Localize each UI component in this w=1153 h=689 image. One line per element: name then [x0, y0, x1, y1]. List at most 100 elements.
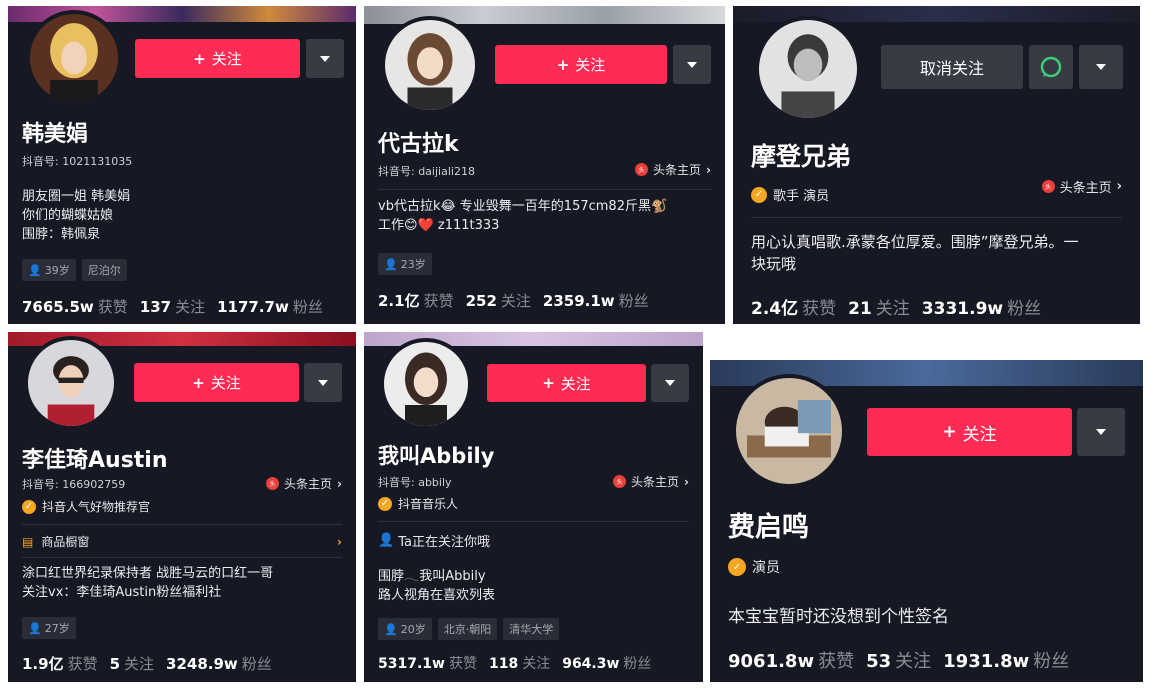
chevron-right-icon: ›: [706, 162, 711, 177]
stats-row: 2.1亿 获赞 252 关注 2359.1w 粉丝: [378, 290, 661, 311]
chevron-down-icon: [320, 55, 330, 62]
more-dropdown-button[interactable]: [651, 364, 689, 402]
bio-line: 路人视角在喜欢列表: [378, 587, 496, 603]
product-showcase-link[interactable]: ▤ 商品橱窗 ›: [22, 533, 342, 550]
profile-name: 代古拉k: [378, 132, 459, 157]
following-stat[interactable]: 21 关注: [848, 294, 910, 319]
profile-name: 李佳琦Austin: [22, 448, 168, 473]
avatar[interactable]: [26, 10, 122, 106]
avatar-photo: [385, 20, 475, 110]
bio-line: 围脖：韩佩泉: [22, 226, 101, 242]
avatar[interactable]: [732, 374, 846, 488]
followers-stat[interactable]: 2359.1w 粉丝: [543, 290, 649, 311]
follow-button[interactable]: + 关注: [487, 364, 646, 402]
toutiao-homepage-link[interactable]: 头头条主页 ›: [1041, 177, 1122, 196]
avatar-photo: [759, 20, 857, 118]
bio-line: 涂口红世界纪录保持者 战胜马云的口红一哥: [22, 566, 274, 581]
more-dropdown-button[interactable]: [673, 45, 711, 84]
more-dropdown-button[interactable]: [306, 39, 344, 78]
chevron-right-icon: ›: [337, 476, 342, 491]
profile-card-modern-brothers: 取消关注 摩登兄弟 ✓ 歌手 演员 头头条主页 › 用心认真唱歌.承蒙各位厚爱。围脖…: [733, 6, 1140, 324]
douyin-id: 抖音号: daijiali218: [378, 165, 475, 178]
bio-line: 关注vx：李佳琦Austin粉丝福利社: [22, 584, 222, 600]
chevron-right-icon: ›: [684, 474, 689, 489]
bio: vb代古拉k😂 专业毁舞一百年的157cm82斤黑🐒 工作😊❤️ z111t33…: [378, 198, 713, 236]
stats-row: 2.4亿 获赞 21 关注 3331.9w 粉丝: [751, 294, 1053, 319]
following-stat[interactable]: 118 关注: [489, 653, 550, 673]
profile-card-daigula: + 关注 代古拉k 抖音号: daijiali218 头头条主页 › vb代古拉k😂…: [364, 6, 725, 324]
following-stat[interactable]: 137 关注: [140, 296, 205, 317]
verified-check-icon: ✓: [378, 496, 392, 511]
follow-button[interactable]: + 关注: [867, 408, 1072, 456]
douyin-id: 抖音号: 166902759: [22, 478, 126, 491]
profile-name: 摩登兄弟: [751, 142, 852, 171]
likes-stat[interactable]: 2.1亿 获赞: [378, 290, 454, 311]
avatar[interactable]: [24, 336, 118, 430]
avatar-photo: [28, 340, 114, 426]
likes-stat[interactable]: 7665.5w 获赞: [22, 296, 128, 317]
stats-row: 9061.8w 获赞 53 关注 1931.8w 粉丝: [728, 647, 1081, 673]
followers-stat[interactable]: 3331.9w 粉丝: [922, 294, 1041, 319]
verified-check-icon: ✓: [751, 186, 767, 203]
following-stat[interactable]: 5 关注: [110, 653, 154, 674]
likes-stat[interactable]: 5317.1w 获赞: [378, 653, 477, 673]
verification-badge: ✓ 演员: [728, 557, 780, 577]
chat-bubble-icon: [1040, 56, 1062, 78]
tag-row: 👤 20岁 北京·朝阳 清华大学: [378, 618, 560, 640]
plus-icon: +: [192, 373, 205, 392]
chevron-down-icon: [318, 379, 328, 386]
more-dropdown-button[interactable]: [304, 363, 342, 402]
follow-button[interactable]: + 关注: [134, 363, 299, 402]
stats-row: 1.9亿 获赞 5 关注 3248.9w 粉丝: [22, 653, 284, 674]
stats-row: 7665.5w 获赞 137 关注 1177.7w 粉丝: [22, 296, 335, 317]
profile-card-lijiaqi: + 关注 李佳琦Austin 抖音号: 166902759 头头条主页 › ✓ 抖音人…: [8, 332, 356, 682]
plus-icon: +: [556, 55, 570, 74]
bio-line: 块玩哦: [751, 254, 797, 273]
bio: 本宝宝暂时还没想到个性签名: [728, 605, 949, 630]
unfollow-button[interactable]: 取消关注: [881, 45, 1023, 89]
verified-check-icon: ✓: [728, 558, 746, 576]
avatar[interactable]: [755, 16, 861, 122]
profile-card-abbily: + 关注 我叫Abbily 抖音号: abbily 头头条主页 › ✓ 抖音音乐人 👤…: [364, 332, 703, 682]
toutiao-icon: 头: [266, 477, 280, 490]
female-icon: 👤: [384, 622, 398, 636]
followers-stat[interactable]: 1931.8w 粉丝: [943, 647, 1069, 673]
school-tag: 清华大学: [503, 618, 560, 640]
age-tag: 👤 39岁: [22, 259, 76, 281]
toutiao-icon: 头: [613, 475, 627, 488]
bio: 朋友圈一姐 韩美娟 你们的蝴蝶姑娘 围脖：韩佩泉: [22, 188, 130, 245]
location-tag: 北京·朝阳: [437, 618, 498, 640]
following-stat[interactable]: 53 关注: [866, 647, 931, 673]
followers-stat[interactable]: 964.3w 粉丝: [562, 653, 651, 673]
bio-line: 围脖𓂃我叫Abbily: [378, 569, 486, 584]
more-dropdown-button[interactable]: [1079, 45, 1123, 89]
followers-stat[interactable]: 1177.7w 粉丝: [217, 296, 323, 317]
plus-icon: +: [942, 422, 957, 442]
avatar[interactable]: [380, 338, 472, 430]
chevron-down-icon: [1096, 429, 1106, 435]
message-button[interactable]: [1029, 45, 1073, 89]
bio: 涂口红世界纪录保持者 战胜马云的口红一哥 关注vx：李佳琦Austin粉丝福利社: [22, 565, 273, 603]
follow-button[interactable]: + 关注: [135, 39, 300, 78]
divider: [378, 521, 689, 522]
toutiao-homepage-link[interactable]: 头头条主页 ›: [266, 475, 342, 492]
profile-name: 我叫Abbily: [378, 444, 495, 468]
following-stat[interactable]: 252 关注: [466, 290, 531, 311]
toutiao-homepage-link[interactable]: 头头条主页 ›: [635, 161, 711, 178]
stats-row: 5317.1w 获赞 118 关注 964.3w 粉丝: [378, 653, 663, 673]
likes-stat[interactable]: 1.9亿 获赞: [22, 653, 98, 674]
profile-name: 韩美娟: [22, 122, 89, 147]
more-dropdown-button[interactable]: [1077, 408, 1125, 456]
followers-stat[interactable]: 3248.9w 粉丝: [166, 653, 272, 674]
bio-line: vb代古拉k😂 专业毁舞一百年的157cm82斤黑🐒: [378, 199, 668, 214]
toutiao-homepage-link[interactable]: 头头条主页 ›: [613, 473, 689, 490]
likes-stat[interactable]: 9061.8w 获赞: [728, 647, 854, 673]
chevron-right-icon: ›: [337, 534, 342, 549]
male-icon: 👤: [28, 621, 42, 635]
bio: 围脖𓂃我叫Abbily 路人视角在喜欢列表: [378, 568, 495, 606]
likes-stat[interactable]: 2.4亿 获赞: [751, 294, 836, 319]
toutiao-icon: 头: [1041, 180, 1055, 193]
follow-button[interactable]: + 关注: [495, 45, 667, 84]
avatar[interactable]: [381, 16, 479, 114]
douyin-id: 抖音号: 1021131035: [22, 155, 133, 168]
